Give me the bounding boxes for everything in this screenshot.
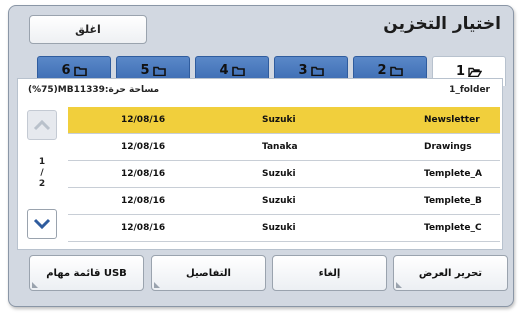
table-row[interactable]: 12/08/16 Suzuki Templete_A <box>68 161 500 188</box>
scroll-up-button[interactable] <box>27 110 57 140</box>
edit-view-label: تحرير العرض <box>418 267 483 279</box>
tab-number: 4 <box>219 63 229 78</box>
folder-icon <box>152 66 166 76</box>
dialog-title: اختيار التخزين <box>383 14 501 34</box>
folder-open-icon <box>468 67 483 77</box>
page-separator: / <box>40 168 44 178</box>
tab-number: 1 <box>455 64 466 79</box>
file-owner: Suzuki <box>262 196 296 206</box>
usb-job-list-label: قائمة مهام USB <box>46 267 127 279</box>
file-name: Templete_A <box>424 169 482 179</box>
file-list: 12/08/16 Suzuki Newsletter 12/08/16 Tana… <box>68 107 500 242</box>
folder-icon <box>73 66 87 76</box>
tab-number: 6 <box>61 63 71 78</box>
file-date: 12/08/16 <box>121 223 166 233</box>
file-owner: Suzuki <box>262 169 296 179</box>
file-name: Templete_B <box>424 196 482 206</box>
file-name: Drawings <box>424 142 472 152</box>
file-owner: Suzuki <box>262 223 296 233</box>
cancel-label: إلغاء <box>318 267 341 279</box>
table-row[interactable]: 12/08/16 Suzuki Newsletter <box>68 107 500 134</box>
file-owner: Tanaka <box>262 142 298 152</box>
close-button[interactable]: اغلق <box>29 15 147 44</box>
folder-icon <box>231 66 245 76</box>
tab-number: 2 <box>377 63 387 78</box>
file-name: Newsletter <box>424 115 480 125</box>
table-row[interactable]: 12/08/16 Tanaka Drawings <box>68 134 500 161</box>
file-date: 12/08/16 <box>121 196 166 206</box>
table-row[interactable]: 12/08/16 Suzuki Templete_B <box>68 188 500 215</box>
tab-number: 5 <box>140 63 150 78</box>
corner-marker-icon <box>154 282 160 288</box>
file-date: 12/08/16 <box>121 115 166 125</box>
details-label: التفاصيل <box>186 267 231 279</box>
edit-view-button[interactable]: تحرير العرض <box>393 255 508 291</box>
chevron-up-icon <box>33 119 51 131</box>
folder-icon <box>389 66 403 76</box>
corner-marker-icon <box>396 282 402 288</box>
page-current: 1 <box>38 157 46 167</box>
corner-marker-icon <box>32 282 38 288</box>
details-button[interactable]: التفاصيل <box>151 255 266 291</box>
folder-name: 1_folder <box>449 85 490 95</box>
file-date: 12/08/16 <box>121 169 166 179</box>
file-date: 12/08/16 <box>121 142 166 152</box>
file-name: Templete_C <box>424 223 482 233</box>
file-list-panel: (%75)MB11339:مساحة حرة 1_folder 1 / 2 12… <box>17 78 503 250</box>
tab-number: 3 <box>298 63 308 78</box>
usb-job-list-button[interactable]: قائمة مهام USB <box>29 255 144 291</box>
scroll-down-button[interactable] <box>27 209 57 239</box>
page-indicator: 1 / 2 <box>27 157 57 190</box>
page-total: 2 <box>38 179 46 189</box>
folder-icon <box>310 66 324 76</box>
chevron-down-icon <box>33 218 51 230</box>
file-owner: Suzuki <box>262 115 296 125</box>
free-space-text: (%75)MB11339:مساحة حرة <box>28 85 160 95</box>
table-row[interactable]: 12/08/16 Suzuki Templete_C <box>68 215 500 242</box>
cancel-button[interactable]: إلغاء <box>272 255 387 291</box>
